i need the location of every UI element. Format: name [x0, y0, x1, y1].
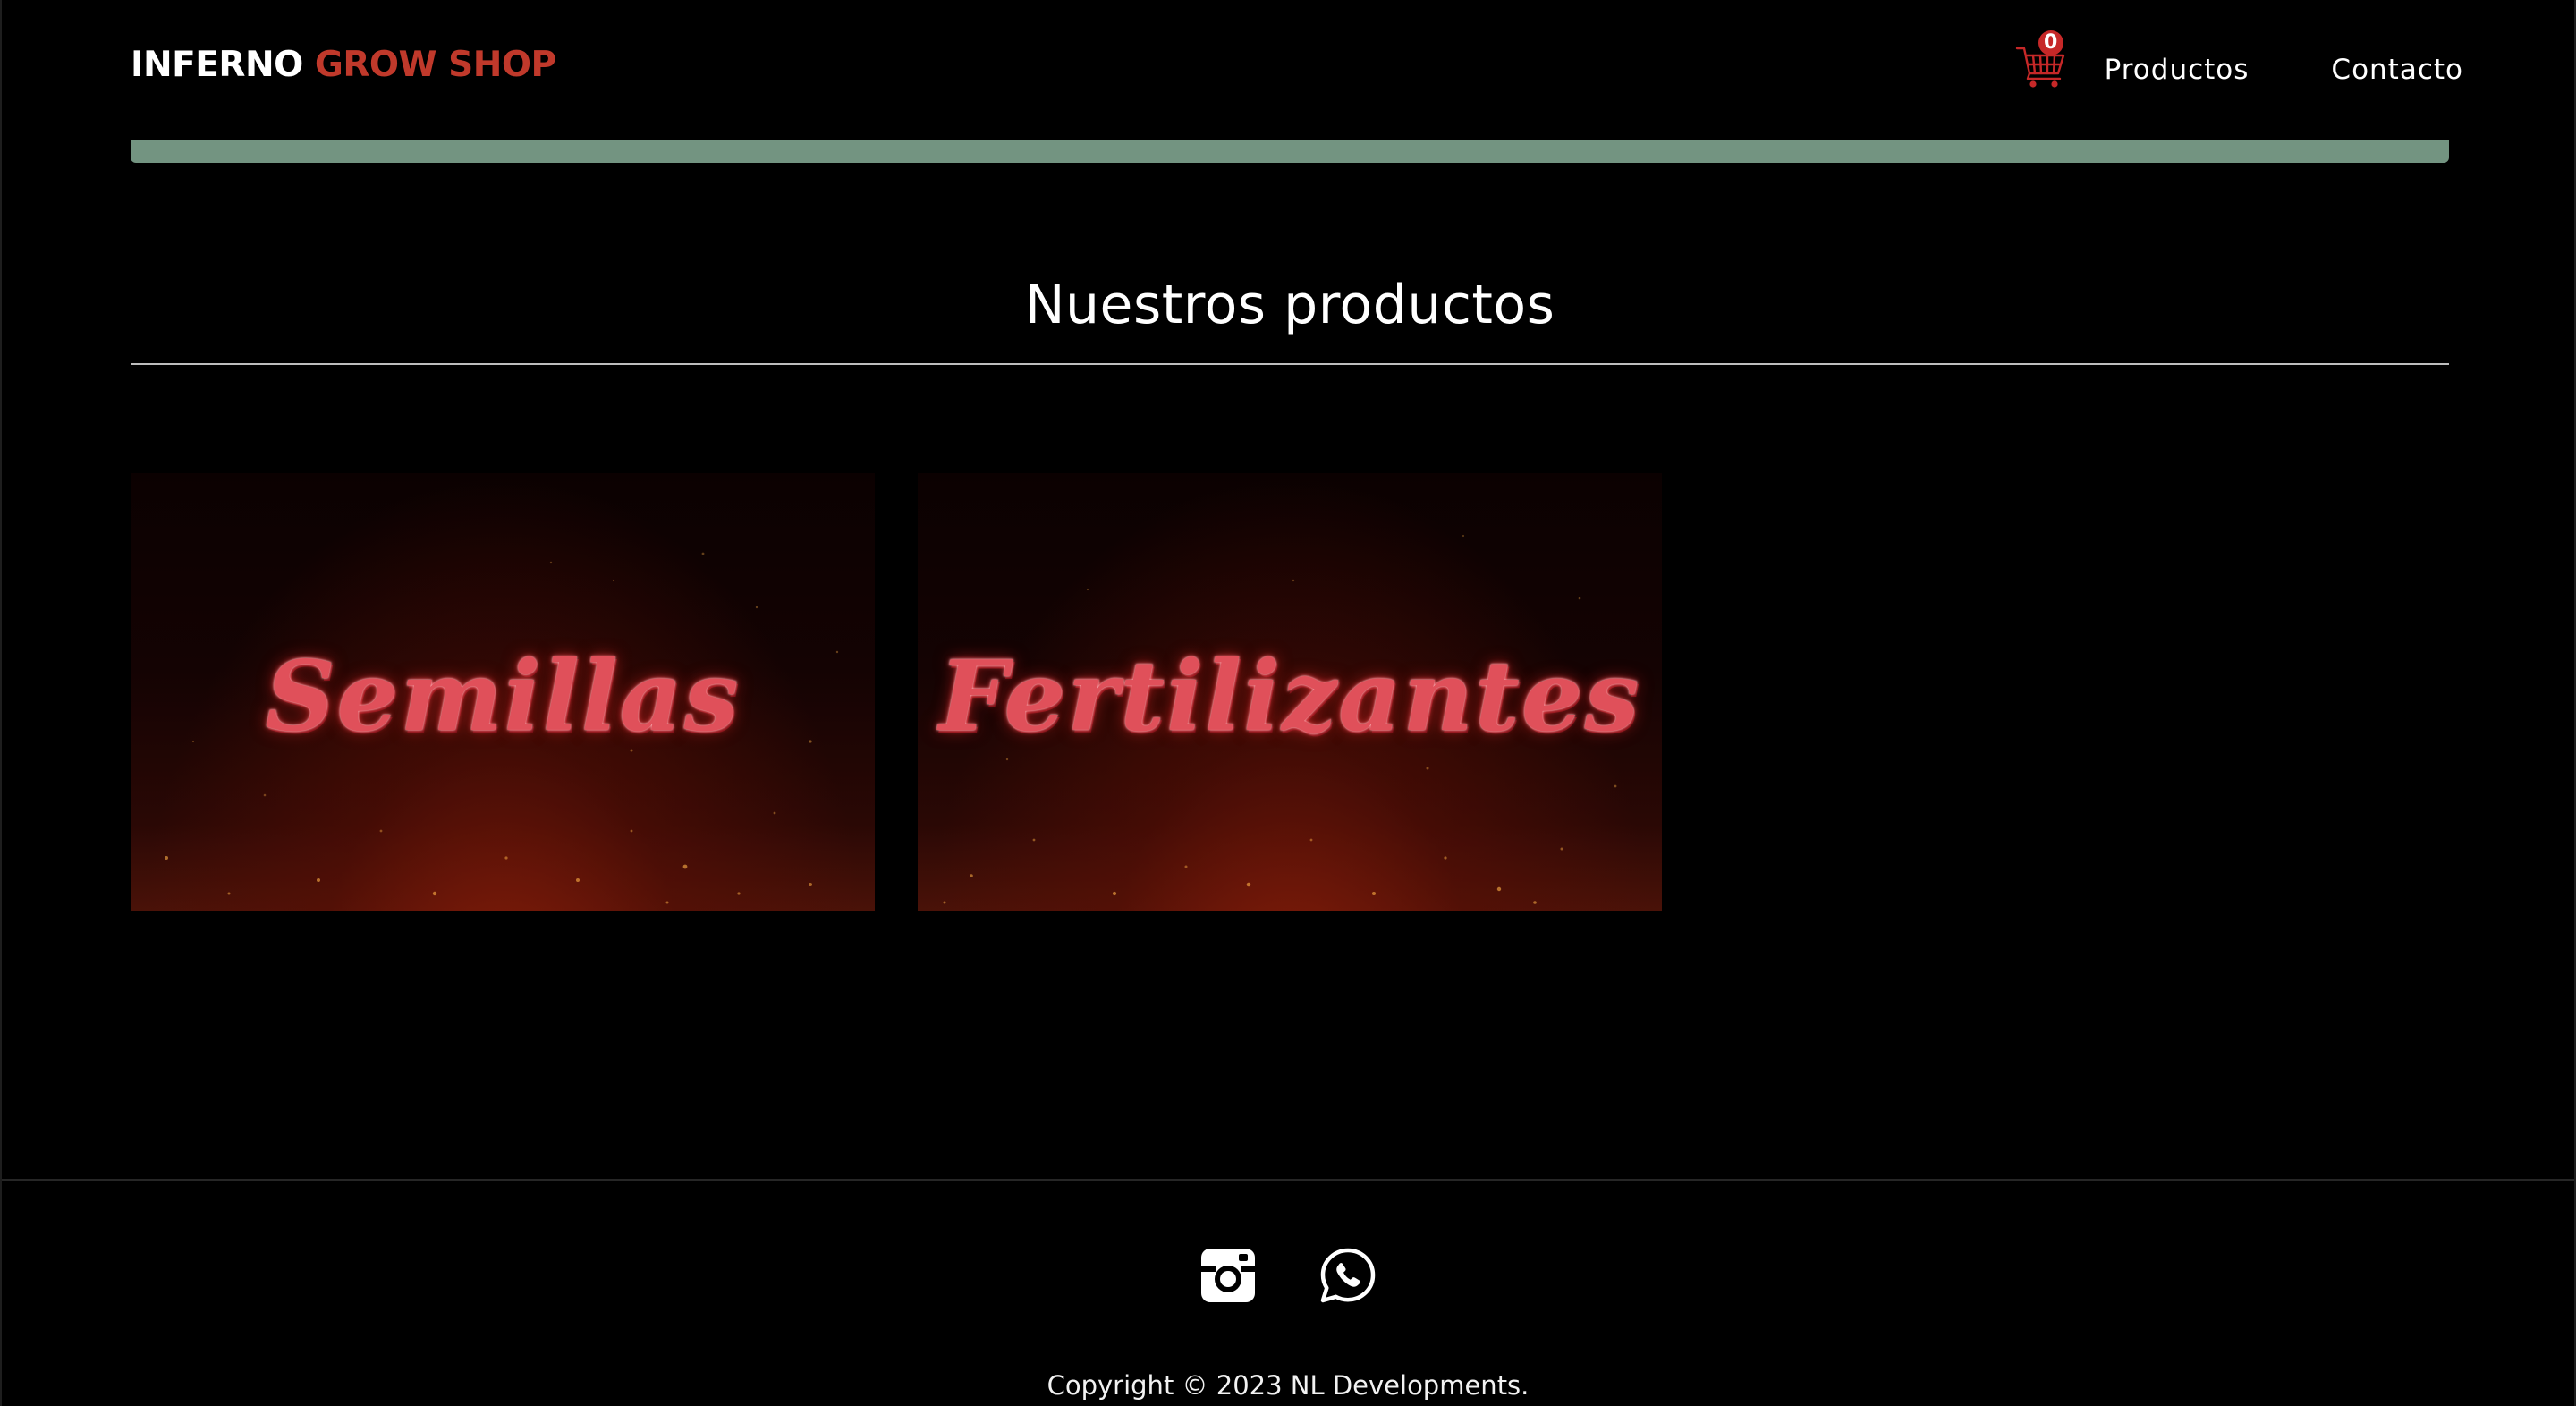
product-card-semillas[interactable]: Semillas — [131, 473, 875, 911]
nav-link-contacto[interactable]: Contacto — [2331, 54, 2463, 86]
site-header: INFERNO GROW SHOP 0 Productos Contacto — [2, 0, 2574, 140]
brand-name-part1: INFERNO — [131, 45, 303, 85]
nav-link-productos[interactable]: Productos — [2105, 54, 2250, 86]
social-links — [2, 1247, 2574, 1304]
copyright-text: Copyright © 2023 NL Developments. — [1046, 1370, 1530, 1401]
product-card-label: Semillas — [265, 640, 741, 753]
cart-button[interactable]: 0 — [2015, 30, 2067, 89]
instagram-link[interactable] — [1199, 1247, 1257, 1304]
product-card-label: Fertilizantes — [938, 640, 1641, 753]
instagram-icon — [1201, 1249, 1255, 1302]
main-nav: 0 Productos Contacto — [2015, 30, 2463, 89]
header-accent-bar — [131, 140, 2449, 163]
brand-logo[interactable]: INFERNO GROW SHOP — [131, 45, 556, 85]
whatsapp-icon — [1320, 1248, 1376, 1303]
section-divider — [131, 363, 2449, 365]
site-footer: Copyright © 2023 NL Developments. — [2, 1179, 2574, 1406]
brand-name-part2: GROW SHOP — [314, 45, 556, 85]
whatsapp-link[interactable] — [1319, 1247, 1377, 1304]
section-title: Nuestros productos — [1024, 274, 1555, 336]
product-grid: Semillas Fertilizantes — [131, 473, 1662, 911]
product-card-fertilizantes[interactable]: Fertilizantes — [918, 473, 1662, 911]
cart-count-badge: 0 — [2038, 30, 2063, 55]
